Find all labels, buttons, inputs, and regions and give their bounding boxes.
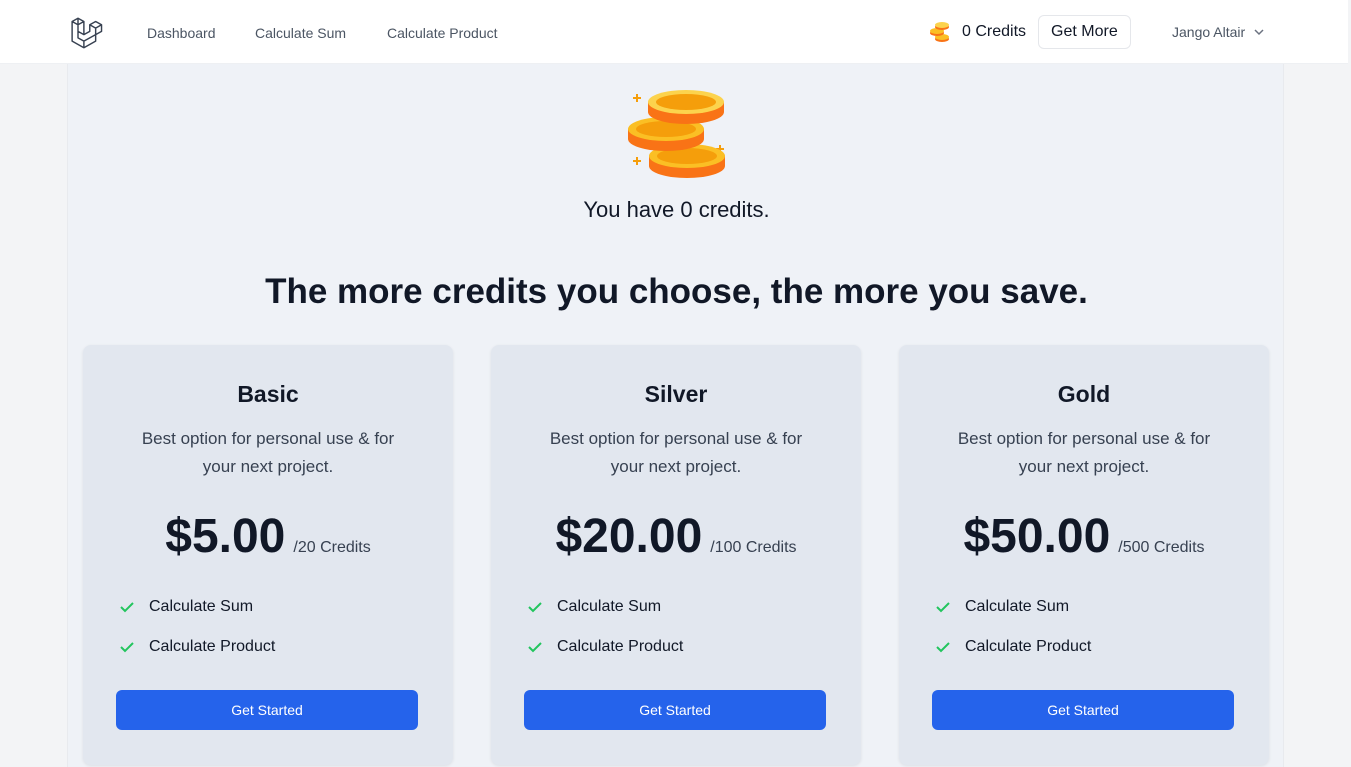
credits-area: 0 Credits Get More	[928, 15, 1131, 49]
plan-card-basic: Basic Best option for personal use & for…	[83, 345, 453, 765]
check-icon	[936, 602, 950, 613]
plan-price: $5.00	[165, 510, 286, 563]
check-icon	[528, 642, 542, 653]
laravel-logo-icon[interactable]	[70, 15, 103, 49]
plan-card-silver: Silver Best option for personal use & fo…	[491, 345, 861, 765]
page-headline: The more credits you choose, the more yo…	[265, 272, 1088, 311]
feature-label: Calculate Sum	[965, 598, 1070, 615]
plan-price: $20.00	[555, 510, 703, 563]
feature-item: Calculate Sum	[935, 598, 1069, 616]
feature-label: Calculate Product	[149, 638, 276, 655]
get-started-button[interactable]: Get Started	[116, 690, 418, 730]
plan-name: Silver	[644, 381, 708, 407]
plan-name: Basic	[237, 381, 299, 407]
plan-card-gold: Gold Best option for personal use & for …	[899, 345, 1269, 765]
feature-item: Calculate Sum	[119, 598, 253, 616]
feature-item: Calculate Product	[119, 638, 275, 656]
coins-stack-icon	[628, 90, 725, 178]
plan-description: Best option for personal use & for your …	[549, 429, 803, 476]
get-more-button[interactable]: Get More	[1038, 15, 1131, 49]
main-panel: You have 0 credits. The more credits you…	[67, 64, 1284, 767]
feature-item: Calculate Sum	[527, 598, 661, 616]
plan-credits: /500 Credits	[1118, 539, 1205, 556]
check-icon	[120, 602, 134, 613]
plan-price: $50.00	[963, 510, 1111, 563]
nav-link-calculate-sum[interactable]: Calculate Sum	[255, 25, 346, 41]
get-started-button[interactable]: Get Started	[524, 690, 826, 730]
user-menu[interactable]: Jango Altair	[1172, 24, 1265, 40]
check-icon	[936, 642, 950, 653]
plan-name: Gold	[1057, 381, 1111, 407]
feature-label: Calculate Sum	[149, 598, 254, 615]
plan-credits: /100 Credits	[710, 539, 797, 556]
plan-description: Best option for personal use & for your …	[141, 429, 395, 476]
get-started-button[interactable]: Get Started	[932, 690, 1234, 730]
chevron-down-icon	[1254, 29, 1264, 36]
nav-link-dashboard[interactable]: Dashboard	[147, 25, 216, 41]
feature-label: Calculate Sum	[557, 598, 662, 615]
plan-price-row: $5.00 /20 Credits	[83, 509, 453, 564]
check-icon	[528, 602, 542, 613]
plan-price-row: $50.00 /500 Credits	[899, 509, 1269, 564]
plan-description: Best option for personal use & for your …	[957, 429, 1211, 476]
credits-count: 0 Credits	[962, 23, 1027, 40]
nav-link-calculate-product[interactable]: Calculate Product	[387, 25, 498, 41]
check-icon	[120, 642, 134, 653]
plan-credits: /20 Credits	[293, 539, 371, 556]
feature-item: Calculate Product	[935, 638, 1091, 656]
coins-icon	[930, 22, 949, 42]
feature-item: Calculate Product	[527, 638, 683, 656]
user-name: Jango Altair	[1172, 24, 1246, 40]
plan-price-row: $20.00 /100 Credits	[491, 509, 861, 564]
feature-label: Calculate Product	[557, 638, 684, 655]
top-navbar: Dashboard Calculate Sum Calculate Produc…	[0, 0, 1351, 64]
feature-label: Calculate Product	[965, 638, 1092, 655]
credit-balance-text: You have 0 credits.	[583, 197, 770, 222]
